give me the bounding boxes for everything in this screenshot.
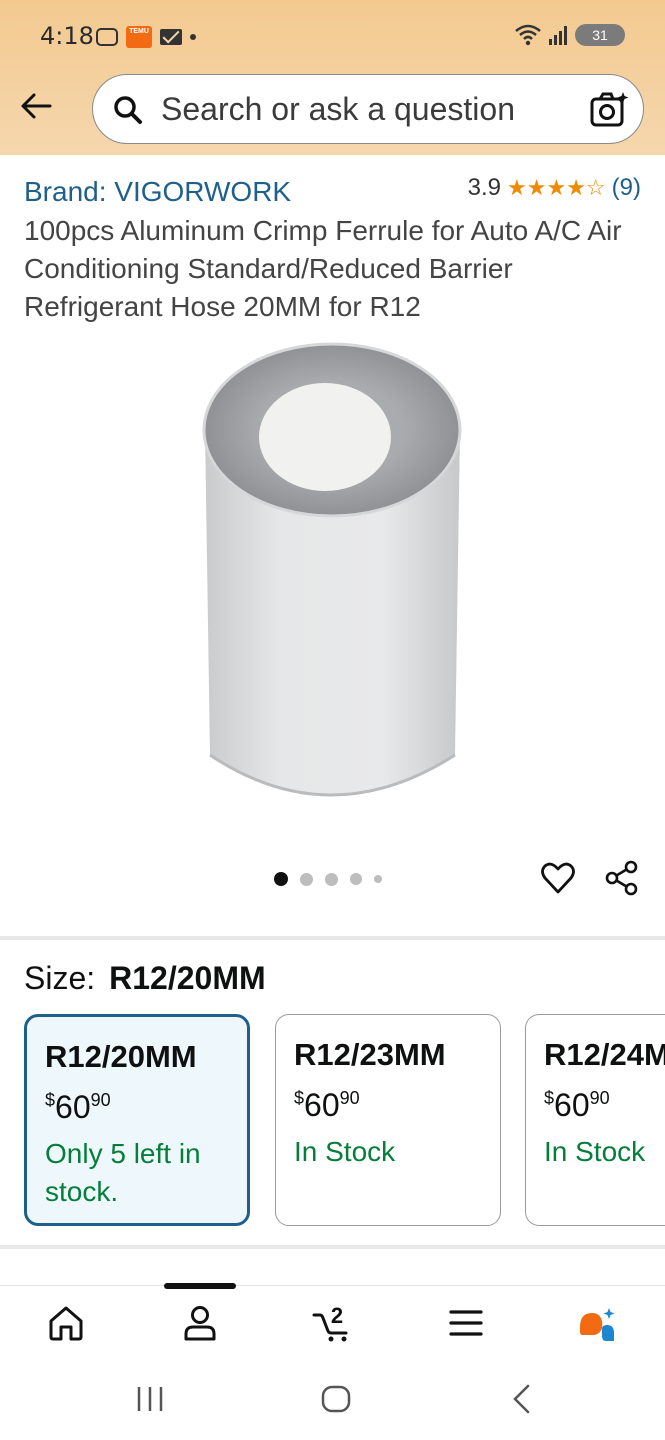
brand-link[interactable]: Brand: VIGORWORK [24, 176, 291, 208]
size-option-availability: In Stock [294, 1136, 396, 1167]
size-option-price: $6090 [544, 1087, 610, 1123]
mail-icon [160, 29, 182, 45]
menu-icon[interactable] [446, 1303, 486, 1343]
temu-notification-icon: TEMU [126, 26, 152, 48]
status-bar: 4:18 TEMU 31 [0, 18, 665, 58]
size-option-card[interactable]: R12/23MM $6090 In Stock [275, 1014, 501, 1226]
review-count[interactable]: (9) [612, 174, 641, 202]
share-icon[interactable] [604, 860, 640, 896]
product-title: 100pcs Aluminum Crimp Ferrule for Auto A… [24, 215, 622, 322]
home-button-icon[interactable] [316, 1382, 356, 1416]
wifi-icon [515, 24, 541, 46]
carousel-dot[interactable] [325, 872, 338, 886]
size-option-card[interactable]: R12/20MM $6090 Only 5 left in stock. [24, 1014, 250, 1226]
carousel-dot-active[interactable] [274, 872, 288, 886]
app-header: 4:18 TEMU 31 Search or ask a question [0, 0, 665, 155]
cart-count: 2 [331, 1303, 343, 1328]
size-label: Size: [24, 960, 96, 996]
recent-apps-icon[interactable] [130, 1382, 170, 1416]
size-option-name: R12/20MM [45, 1039, 197, 1074]
battery-indicator: 31 [575, 24, 625, 46]
size-option-name: R12/23MM [294, 1037, 446, 1072]
camera-search-icon[interactable] [589, 89, 629, 129]
search-input[interactable]: Search or ask a question [161, 91, 515, 128]
home-icon[interactable] [46, 1303, 86, 1343]
image-carousel-dots[interactable] [274, 872, 382, 886]
size-option-price: $6090 [45, 1089, 111, 1125]
size-selected-value: R12/20MM [109, 960, 266, 996]
size-option-name: R12/24MM [544, 1037, 665, 1072]
size-option-availability: In Stock [544, 1136, 646, 1167]
signal-icon [549, 25, 567, 45]
carousel-dot[interactable] [350, 873, 362, 885]
back-button-icon[interactable] [502, 1382, 542, 1416]
back-arrow-icon[interactable] [18, 88, 54, 124]
size-option-card[interactable]: R12/24MM $6090 In Stock [525, 1014, 665, 1226]
size-option-availability: Only 5 left in stock. [45, 1138, 201, 1207]
star-rating-icon: ★★★★☆ [507, 175, 606, 201]
product-image[interactable] [200, 335, 465, 815]
rating-summary[interactable]: 3.9 ★★★★☆ (9) [468, 174, 641, 202]
carousel-dot[interactable] [374, 875, 382, 883]
cart-icon[interactable]: 2 [312, 1303, 358, 1343]
rating-value: 3.9 [467, 174, 502, 201]
search-bar[interactable]: Search or ask a question [92, 74, 644, 144]
status-time: 4:18 [40, 22, 94, 50]
size-option-price: $6090 [294, 1087, 360, 1123]
more-notifications-dot [190, 34, 196, 40]
section-divider [0, 1245, 665, 1249]
search-icon [114, 96, 142, 124]
section-divider [0, 936, 665, 940]
active-tab-indicator [164, 1283, 236, 1289]
rufus-icon[interactable] [576, 1303, 616, 1343]
account-icon[interactable] [180, 1303, 220, 1343]
heart-icon[interactable] [540, 860, 576, 896]
size-selector-heading: Size: R12/20MM [24, 960, 266, 997]
carousel-dot[interactable] [300, 872, 313, 886]
screenshot-icon [96, 28, 118, 46]
